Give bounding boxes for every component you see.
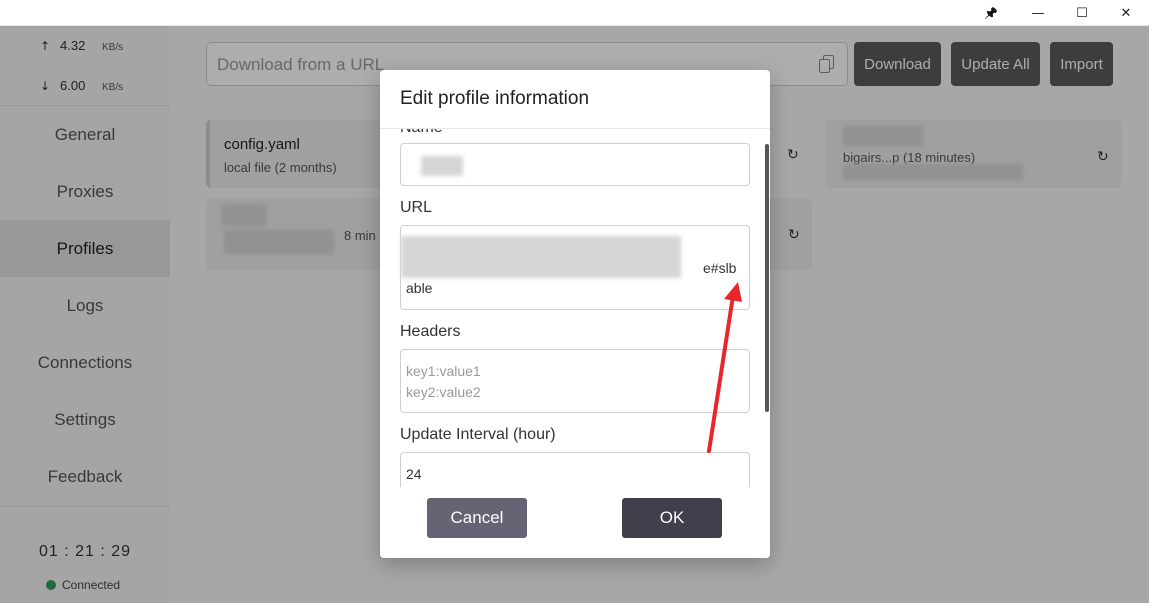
redacted-region <box>421 156 463 176</box>
dialog-form: Name URL e#slb able Headers key1:value1 … <box>380 129 770 487</box>
url-label: URL <box>400 199 433 216</box>
update-interval-field[interactable]: 24 <box>400 452 750 487</box>
update-interval-value: 24 <box>406 466 422 482</box>
headers-placeholder-line: key1:value1 <box>406 363 481 379</box>
edit-profile-dialog: Edit profile information Name URL e#slb … <box>380 70 770 558</box>
name-field[interactable] <box>400 143 750 186</box>
ok-button[interactable]: OK <box>622 498 722 538</box>
update-interval-label: Update Interval (hour) <box>400 426 556 443</box>
close-button[interactable]: ✕ <box>1103 0 1149 26</box>
headers-label: Headers <box>400 323 461 340</box>
minimize-button[interactable]: — <box>1015 0 1061 26</box>
dialog-title: Edit profile information <box>400 88 590 109</box>
dialog-actions: Cancel OK <box>380 487 770 558</box>
maximize-button[interactable]: ☐ <box>1059 0 1105 26</box>
title-bar: 📌 — ☐ ✕ <box>0 0 1149 26</box>
headers-placeholder-line: key2:value2 <box>406 384 481 400</box>
redacted-region <box>401 236 681 278</box>
url-value-line2: able <box>406 280 433 296</box>
url-field[interactable]: e#slb able <box>400 225 750 310</box>
cancel-button[interactable]: Cancel <box>427 498 527 538</box>
pin-icon[interactable]: 📌 <box>968 0 1014 26</box>
url-value-end: e#slb <box>703 260 737 276</box>
headers-field[interactable]: key1:value1 key2:value2 <box>400 349 750 413</box>
dialog-scrollbar[interactable] <box>765 144 769 412</box>
name-label: Name <box>400 129 443 137</box>
